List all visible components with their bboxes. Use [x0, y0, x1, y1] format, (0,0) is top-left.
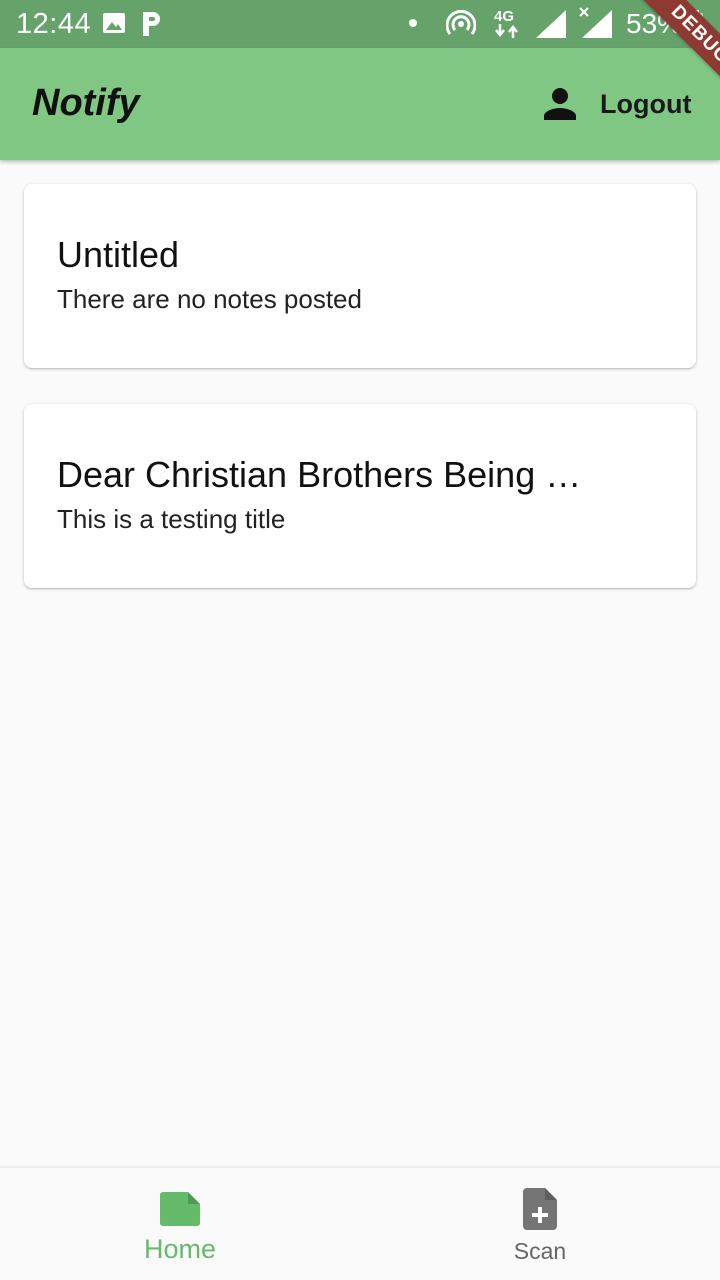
- nav-label-home: Home: [143, 1234, 217, 1264]
- status-bar: 12:44 4G 53%: [0, 0, 720, 48]
- note-card[interactable]: Untitled There are no notes posted: [24, 184, 696, 368]
- app-bar: Notify Logout: [0, 48, 720, 160]
- note-subtitle: This is a testing title: [57, 504, 286, 534]
- dot-icon: [409, 19, 417, 27]
- note-title: Dear Christian Brothers Being …: [57, 454, 582, 495]
- note-card[interactable]: Dear Christian Brothers Being … This is …: [24, 404, 696, 588]
- logout-label: Logout: [600, 88, 692, 119]
- note-icon: [160, 1192, 200, 1226]
- battery-percent: 53%: [626, 8, 683, 39]
- note-subtitle: There are no notes posted: [57, 284, 362, 314]
- person-icon: [544, 88, 576, 120]
- nav-item-home[interactable]: Home: [0, 1168, 360, 1280]
- note-title: Untitled: [57, 234, 180, 275]
- hotspot-icon: [446, 10, 476, 35]
- bottom-navigation: Home Scan: [0, 1167, 720, 1280]
- nav-item-scan[interactable]: Scan: [360, 1168, 720, 1280]
- signal-icon: [536, 10, 566, 38]
- logout-button[interactable]: Logout: [536, 72, 706, 136]
- nav-label-scan: Scan: [513, 1238, 567, 1264]
- network-type: 4G: [494, 8, 515, 25]
- signal-no-service-icon: [579, 7, 612, 38]
- app-title: Notify: [32, 82, 140, 124]
- battery-icon: [689, 10, 703, 38]
- status-time: 12:44: [16, 8, 92, 40]
- note-add-icon: [523, 1188, 557, 1230]
- image-icon: [103, 13, 125, 33]
- data-arrows-icon: [495, 24, 518, 38]
- parking-icon: [143, 12, 160, 36]
